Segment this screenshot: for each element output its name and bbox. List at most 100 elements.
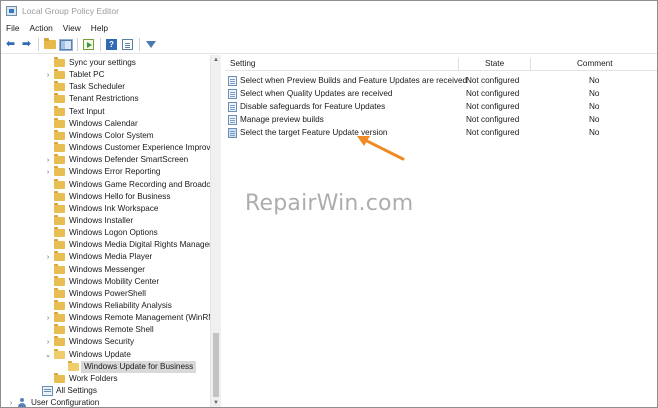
chevron-right-icon[interactable]: › [44,154,52,166]
comment-cell: No [589,88,600,98]
tree-item-label: Windows Update for Business [81,360,197,373]
table-row[interactable]: Select the target Feature Update version… [225,126,657,139]
scroll-down-icon[interactable]: ▼ [213,400,219,406]
tree-item[interactable]: › Tablet PC [1,69,220,81]
tree-item-label: Windows Game Recording and Broadca [69,179,216,189]
tree-item-label: Windows Ink Workspace [69,203,159,213]
user-icon [17,398,27,407]
column-divider[interactable] [530,58,531,70]
toolbar: ⬅ ➡ ? [1,36,657,54]
menu-file[interactable]: File [6,23,20,33]
scrollbar-thumb[interactable] [213,333,219,397]
table-row[interactable]: Manage preview builds Not configured No [225,113,657,126]
tree-item[interactable]: Windows Ink Workspace [1,202,220,215]
menu-help[interactable]: Help [91,23,108,33]
tree-item[interactable]: Windows Calendar [1,117,220,130]
tree-item[interactable]: Windows Update for Business [1,360,220,373]
tree-item[interactable]: Windows Customer Experience Improve [1,142,220,154]
tree-item[interactable]: Text Input [1,105,220,118]
forward-arrow-icon: ➡ [21,38,32,50]
tree-item-label: Windows Remote Shell [69,325,154,335]
tree-item[interactable]: › Windows Remote Management (WinRM [1,312,220,324]
folder-icon [54,300,65,310]
tree-item[interactable]: Windows Messenger [1,263,220,276]
tree-item[interactable]: Windows PowerShell [1,287,220,300]
chevron-right-icon[interactable]: › [44,312,52,324]
table-row[interactable]: Select when Preview Builds and Feature U… [225,74,657,87]
export-list-button[interactable] [82,38,95,51]
policy-setting-icon [228,114,237,125]
title-bar: Local Group Policy Editor [1,1,657,21]
table-row[interactable]: Disable safeguards for Feature Updates No… [225,100,657,113]
up-one-level-button[interactable] [43,38,56,51]
chevron-right-icon[interactable]: › [44,166,52,178]
tree-item[interactable]: Windows Mobility Center [1,275,220,288]
tree-item[interactable]: Windows Reliability Analysis [1,300,220,312]
tree-item[interactable]: › Windows Security [1,336,220,348]
filter-button[interactable] [144,38,157,51]
chevron-right-icon[interactable]: › [7,397,15,407]
chevron-right-icon[interactable]: › [44,69,52,81]
settings-list-icon [42,386,53,397]
column-header-state[interactable]: State [485,57,504,71]
export-list-icon [83,39,94,50]
tree-item[interactable]: Windows Color System [1,129,220,142]
back-arrow-icon: ⬅ [5,38,16,50]
tree-item-label: Windows Installer [69,215,134,225]
tree-item[interactable]: Windows Hello for Business [1,190,220,203]
tree-item[interactable]: Work Folders [1,372,220,385]
column-header-setting[interactable]: Setting [230,57,256,71]
comment-cell: No [589,101,600,111]
table-row[interactable]: Select when Quality Updates are received… [225,87,657,100]
folder-icon [54,129,65,140]
tree-item[interactable]: Windows Logon Options [1,227,220,239]
policy-setting-icon [228,101,237,112]
folder-icon [54,57,65,67]
tree-item-label: Windows Color System [69,130,154,140]
tree-item-label: Windows Logon Options [69,228,158,238]
properties-icon [122,39,133,50]
column-divider[interactable] [458,58,459,70]
tree-item[interactable]: Tenant Restrictions [1,93,220,105]
column-header-comment[interactable]: Comment [577,57,613,71]
filter-icon [145,41,156,48]
tree-item[interactable]: › User Configuration [1,397,220,408]
tree-item[interactable]: Windows Media Digital Rights Manager [1,239,220,251]
tree-item[interactable]: Windows Installer [1,214,220,227]
tree-item[interactable]: Windows Remote Shell [1,324,220,336]
menu-action[interactable]: Action [30,23,53,33]
folder-icon [54,275,65,286]
tree-scrollbar[interactable]: ▲ ▼ [210,55,221,407]
toolbar-separator [38,38,39,51]
help-button[interactable]: ? [105,38,118,51]
tree-item[interactable]: › Windows Media Player [1,251,220,263]
folder-icon [68,360,79,371]
app-icon [6,6,17,16]
policy-setting-icon [228,88,237,99]
tree-item[interactable]: › Windows Defender SmartScreen [1,154,220,166]
menu-view[interactable]: View [63,23,81,33]
chevron-right-icon[interactable]: › [44,336,52,348]
tree-item[interactable]: Windows Game Recording and Broadca [1,178,220,191]
watermark-text: RepairWin.com [245,191,414,216]
scroll-up-icon[interactable]: ▲ [213,57,219,63]
show-hide-tree-icon [58,38,73,51]
tree-item[interactable]: All Settings [1,385,220,397]
setting-cell: Select when Quality Updates are received [240,88,393,98]
chevron-down-icon[interactable]: ⌄ [44,349,52,361]
tree-item[interactable]: ⌄ Windows Update [1,348,220,361]
tree-item[interactable]: › Windows Error Reporting [1,166,220,178]
chevron-right-icon[interactable]: › [44,251,52,263]
tree-item[interactable]: Sync your settings [1,57,220,69]
show-hide-tree-button[interactable] [58,38,73,51]
forward-button[interactable]: ➡ [20,38,33,51]
comment-cell: No [589,127,600,137]
folder-icon [54,166,65,177]
properties-button[interactable] [121,38,134,51]
tree-item-label: User Configuration [31,398,100,408]
tree-item-label: Windows Reliability Analysis [69,301,172,310]
back-button[interactable]: ⬅ [4,38,17,51]
tree-item[interactable]: Task Scheduler [1,81,220,93]
comment-cell: No [589,114,600,124]
tree-item-label: Windows Customer Experience Improve [69,143,216,153]
